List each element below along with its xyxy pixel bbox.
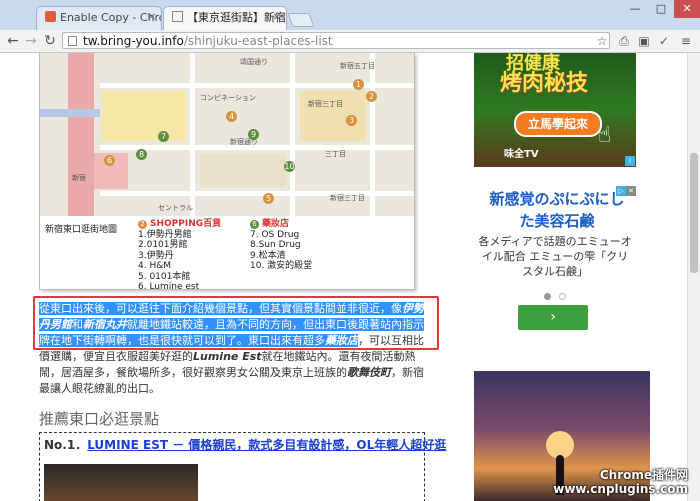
browser-toolbar: ← → ↻ tw.bring-you.info/shinjuku-east-pl… (0, 30, 700, 53)
spot-title: No.1．LUMINE EST － 價格親民，款式多目有設計感，OL年輕人超好逛 (44, 436, 446, 453)
page-icon (172, 11, 183, 22)
map-pin: 5 (263, 193, 274, 204)
reload-icon[interactable]: ↻ (41, 32, 59, 50)
street (370, 53, 375, 216)
watermark-line: www.cnplugins.com (553, 482, 688, 496)
legend-item: 2.0101男館 (138, 240, 188, 250)
star-icon[interactable]: ☆ (594, 33, 610, 49)
ad-soap[interactable]: ▷ ✕ 新感覚のぷにぷにした美容石鹸 各メディアで話題のエミューオイル配合 エミ… (474, 186, 636, 286)
map-pin: 10 (284, 161, 295, 172)
street (190, 53, 195, 216)
spot-image (44, 464, 198, 501)
drugstore-marker-icon: 6 (250, 220, 259, 229)
close-tab-icon[interactable]: ✕ (273, 7, 281, 29)
map-pin: 4 (226, 111, 237, 122)
ad-cta-button[interactable]: 立馬學起來 (514, 111, 602, 137)
tab-shinjuku[interactable]: 【東京逛街點】新宿東口 ✕ (163, 6, 287, 30)
map-caption: 新宿東口逛街地圖 (45, 225, 118, 235)
page-icon (68, 36, 77, 46)
spot-number: No.1． (44, 438, 88, 452)
forward-icon[interactable]: → (22, 32, 40, 50)
carousel-dot[interactable] (559, 293, 566, 300)
legend-item: 6. Lumine est (138, 282, 200, 292)
spot-item: No.1．LUMINE EST － 價格親民，款式多目有設計感，OL年輕人超好逛 (39, 432, 446, 501)
legend-item: 3.伊勢丹 (138, 250, 174, 261)
map-label: 新宿三丁目 (308, 100, 343, 108)
close-tab-icon[interactable]: ✕ (148, 7, 156, 29)
menu-icon[interactable]: ≡ (678, 33, 694, 49)
map-figure: 1 2 3 4 5 6 7 8 9 10 新宿三丁目 三丁目 新宿 コンビネーシ… (39, 53, 415, 292)
new-tab-button[interactable] (287, 13, 315, 27)
pointer-hand-icon: ☝ (598, 123, 612, 148)
shopping-header: SHOPPING百貨 (150, 219, 222, 229)
street (100, 191, 414, 196)
shinjuku-map: 1 2 3 4 5 6 7 8 9 10 新宿三丁目 三丁目 新宿 コンビネーシ… (40, 53, 414, 216)
legend-item: 8.Sun Drug (250, 240, 301, 250)
map-label: 三丁目 (325, 150, 346, 158)
map-legend: 新宿東口逛街地圖 2 SHOPPING百貨 1.伊勢丹男館 2.0101男館 3.… (40, 216, 414, 292)
ad-brand: 味全TV (504, 149, 539, 160)
carousel-dot-active[interactable] (544, 293, 551, 300)
browser-tab-strip: Enable Copy - Chrome 扩 ✕ 【東京逛街點】新宿東口 ✕ —… (0, 0, 700, 31)
shopping-legend: 2 SHOPPING百貨 1.伊勢丹男館 2.0101男館 3.伊勢丹 4. H&… (138, 219, 221, 293)
text-run: 歌舞伎町 (347, 366, 391, 379)
watermark: Chrome插件网 www.cnplugins.com (553, 466, 694, 500)
page-content: 1 2 3 4 5 6 7 8 9 10 新宿三丁目 三丁目 新宿 コンビネーシ… (0, 53, 687, 501)
rail-line (68, 53, 94, 216)
legend-item: 5. 0101本館 (138, 271, 191, 282)
printer-icon[interactable]: ⎙ (616, 33, 632, 49)
scrollbar[interactable] (687, 53, 700, 501)
map-pin: 8 (136, 149, 147, 160)
spot-link[interactable]: LUMINE EST － 價格親民，款式多目有設計感，OL年輕人超好逛 (87, 438, 446, 452)
address-bar[interactable]: tw.bring-you.info/shinjuku-east-places-l… (62, 32, 610, 49)
tab-enable-copy[interactable]: Enable Copy - Chrome 扩 ✕ (36, 6, 162, 30)
ad-headline: 烤肉秘技 (500, 71, 589, 96)
map-label: 靖国通り (240, 58, 268, 66)
adchoices-icon[interactable]: i (625, 156, 635, 166)
url-path: /shinjuku-east-places-list (183, 34, 333, 48)
rail-line (40, 109, 100, 117)
map-label: セントラル (158, 204, 193, 212)
minimize-button[interactable]: — (622, 0, 648, 18)
text-run: Lumine Est (193, 350, 262, 363)
check-icon[interactable]: ✓ (656, 33, 672, 49)
legend-item: 9.松本清 (250, 250, 286, 261)
shopping-marker-icon: 2 (138, 220, 147, 229)
map-label: 新宿通り (230, 138, 258, 146)
ad-headline: 新感覚のぷにぷにした美容石鹸 (489, 190, 625, 230)
map-label: コンビネーション (200, 94, 256, 102)
drugstore-legend: 6 藥妝店 7. OS Drug 8.Sun Drug 9.松本清 10. 激安的… (250, 219, 312, 272)
ad-banner-bbq[interactable]: 招健康 烤肉秘技 立馬學起來 味全TV ☝ i (474, 53, 636, 167)
selection-outline (33, 296, 439, 350)
watermark-line: Chrome插件网 (599, 468, 688, 482)
map-pin: 6 (104, 155, 115, 166)
legend-item: 4. H&M (138, 261, 171, 271)
legend-item: 10. 激安的殿堂 (250, 261, 313, 271)
extension-icon[interactable]: ▣ (636, 33, 652, 49)
legend-item: 7. OS Drug (250, 229, 300, 240)
drugstore-header: 藥妝店 (262, 219, 290, 229)
scrollbar-thumb[interactable] (690, 153, 698, 273)
map-label: 新宿 (72, 174, 86, 182)
street (100, 83, 414, 88)
puzzle-icon (45, 11, 56, 22)
ad-next-button[interactable]: › (518, 305, 588, 330)
street (290, 53, 295, 216)
map-pin: 1 (353, 79, 364, 90)
map-label: 新宿三丁目 (330, 194, 365, 202)
carousel-dots (540, 285, 570, 300)
map-pin: 7 (158, 131, 169, 142)
map-block (200, 153, 286, 187)
map-pin: 2 (366, 91, 377, 102)
section-title: 推薦東口必逛景點 (39, 410, 160, 428)
map-pin: 3 (346, 115, 357, 126)
ad-body: 各メディアで話題のエミューオイル配合 エミューの雫「クリスタル石鹸」 (478, 235, 632, 278)
legend-item: 1.伊勢丹男館 (138, 229, 192, 240)
map-label: 新宿五丁目 (340, 62, 375, 70)
url-host: tw.bring-you.info (83, 34, 184, 48)
map-block (102, 91, 186, 141)
close-window-button[interactable]: ✕ (674, 0, 700, 18)
back-icon[interactable]: ← (4, 32, 22, 50)
maximize-button[interactable]: □ (648, 0, 674, 18)
